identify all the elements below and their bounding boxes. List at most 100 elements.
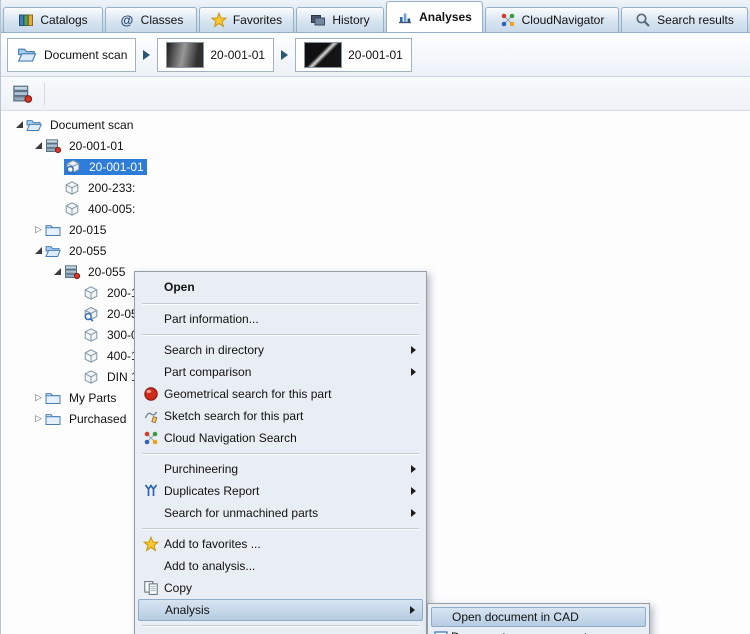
- submenu-arrow-icon: [411, 368, 416, 376]
- history-icon: [310, 12, 326, 28]
- tab-catalogs[interactable]: Catalogs: [3, 7, 103, 32]
- tab-analyses[interactable]: Analyses: [386, 1, 483, 32]
- folder-icon: [45, 222, 62, 238]
- tree-item-label: Document scan: [50, 117, 134, 132]
- menu-item-copy[interactable]: Copy: [138, 577, 423, 599]
- part-cube-icon: [83, 369, 100, 385]
- tree-item[interactable]: 20-015: [1, 219, 750, 240]
- catalogs-icon: [18, 12, 34, 28]
- expander-icon[interactable]: [32, 142, 45, 149]
- geometrical-search-icon: [143, 386, 159, 402]
- menu-item-purchineering[interactable]: Purchineering: [138, 458, 423, 480]
- breadcrumb-arrow-icon: [143, 49, 151, 60]
- tree-item-label: 20-055: [88, 264, 126, 279]
- app-window: Catalogs Classes Favorites History Analy…: [0, 0, 750, 634]
- part-cube-icon: [83, 285, 100, 301]
- menu-item-analysis[interactable]: Analysis: [138, 599, 423, 621]
- classes-at-icon: [119, 12, 135, 28]
- part-thumbnail: [166, 41, 205, 68]
- breadcrumb-label: Document scan: [44, 47, 128, 62]
- menu-item-part-information[interactable]: Part information...: [138, 308, 423, 330]
- tab-label: Classes: [140, 13, 184, 27]
- tree-item-label: 200-233:: [88, 180, 136, 195]
- analyses-chart-icon: [397, 9, 413, 25]
- document-scan-tool-icon[interactable]: [9, 81, 35, 107]
- submenu-item-document-scan-comments[interactable]: Document scan comments...: [431, 627, 646, 634]
- expander-icon[interactable]: [13, 121, 26, 128]
- menu-item-add-to-analysis[interactable]: Add to analysis...: [138, 555, 423, 577]
- breadcrumb-item-document-scan[interactable]: Document scan: [7, 37, 137, 72]
- breadcrumb-label: 20-001-01: [348, 47, 403, 62]
- sketch-search-icon: [143, 408, 159, 424]
- tree-item-selected[interactable]: 20-001-01: [1, 156, 750, 177]
- expander-icon[interactable]: [32, 414, 45, 423]
- expander-icon[interactable]: [32, 247, 45, 254]
- tree-item-document-scan[interactable]: Document scan: [1, 114, 750, 135]
- document-scan-icon: [64, 264, 81, 280]
- toolbar-divider: [44, 82, 45, 105]
- copy-icon: [143, 580, 159, 596]
- menu-separator: [142, 453, 419, 454]
- tab-search-results[interactable]: Search results: [621, 7, 748, 32]
- menu-item-duplicates-report[interactable]: Duplicates Report: [138, 480, 423, 502]
- menu-separator: [142, 334, 419, 335]
- context-menu: Open Part information... Search in direc…: [134, 271, 427, 634]
- menu-separator: [142, 625, 419, 626]
- duplicates-report-icon: [143, 483, 159, 499]
- tree-item-label: 20-001-01: [89, 159, 144, 174]
- menu-item-generate-images[interactable]: Generate image data/preview images: [138, 630, 423, 634]
- part-cube-icon: [64, 201, 81, 217]
- tab-cloudnavigator[interactable]: CloudNavigator: [485, 7, 619, 32]
- folder-open-icon: [26, 117, 43, 133]
- menu-item-geometrical-search[interactable]: Geometrical search for this part: [138, 383, 423, 405]
- expander-icon[interactable]: [32, 393, 45, 402]
- tab-label: Catalogs: [40, 13, 88, 27]
- submenu-item-open-in-cad[interactable]: Open document in CAD: [431, 607, 646, 627]
- menu-item-part-comparison[interactable]: Part comparison: [138, 361, 423, 383]
- menu-item-search-unmachined-parts[interactable]: Search for unmachined parts: [138, 502, 423, 524]
- breadcrumb-arrow-icon: [281, 49, 289, 60]
- part-thumbnail: [304, 41, 343, 68]
- part-search-icon: [83, 306, 100, 322]
- menu-item-add-to-favorites[interactable]: Add to favorites ...: [138, 533, 423, 555]
- expander-icon[interactable]: [32, 225, 45, 234]
- main-area: Document scan 20-001-01 20-001-01 200-23…: [1, 111, 750, 634]
- submenu-arrow-icon: [411, 465, 416, 473]
- folder-icon: [45, 411, 62, 427]
- tab-classes[interactable]: Classes: [105, 7, 197, 32]
- breadcrumb-item-assembly[interactable]: 20-001-01: [157, 37, 275, 72]
- tab-label: History: [332, 13, 370, 27]
- tree-item[interactable]: 200-233:: [1, 177, 750, 198]
- tree-item[interactable]: 20-001-01: [1, 135, 750, 156]
- tab-label: CloudNavigator: [521, 13, 605, 27]
- breadcrumb-label: 20-001-01: [210, 47, 266, 62]
- document-scan-icon: [45, 138, 62, 154]
- tree-item-label: 20-055: [69, 243, 107, 258]
- cloudnavigator-icon: [500, 12, 516, 28]
- menu-separator: [142, 528, 419, 529]
- tree-item-label: 20-015: [69, 222, 107, 237]
- expander-icon[interactable]: [51, 268, 64, 275]
- toolbar: [1, 77, 750, 111]
- tab-history[interactable]: History: [296, 7, 384, 32]
- tab-bar: Catalogs Classes Favorites History Analy…: [1, 0, 750, 33]
- submenu-arrow-icon: [411, 346, 416, 354]
- folder-icon: [16, 45, 38, 64]
- tree-item-label: 400-005:: [88, 201, 136, 216]
- breadcrumb-item-part[interactable]: 20-001-01: [295, 37, 412, 72]
- menu-item-search-in-directory[interactable]: Search in directory: [138, 339, 423, 361]
- folder-open-icon: [45, 243, 62, 259]
- tree-item-label: My Parts: [69, 390, 117, 405]
- tab-favorites[interactable]: Favorites: [199, 7, 294, 32]
- menu-item-cloud-navigation-search[interactable]: Cloud Navigation Search: [138, 427, 423, 449]
- folder-icon: [45, 390, 62, 406]
- tab-label: Analyses: [419, 10, 472, 24]
- menu-item-sketch-search[interactable]: Sketch search for this part: [138, 405, 423, 427]
- menu-item-open[interactable]: Open: [138, 275, 423, 299]
- tree-selection: 20-001-01: [64, 158, 147, 175]
- part-cube-icon: [83, 327, 100, 343]
- part-cube-icon: [64, 180, 81, 196]
- tree-item[interactable]: 20-055: [1, 240, 750, 261]
- analysis-submenu: Open document in CAD Document scan comme…: [427, 603, 650, 634]
- tree-item[interactable]: 400-005:: [1, 198, 750, 219]
